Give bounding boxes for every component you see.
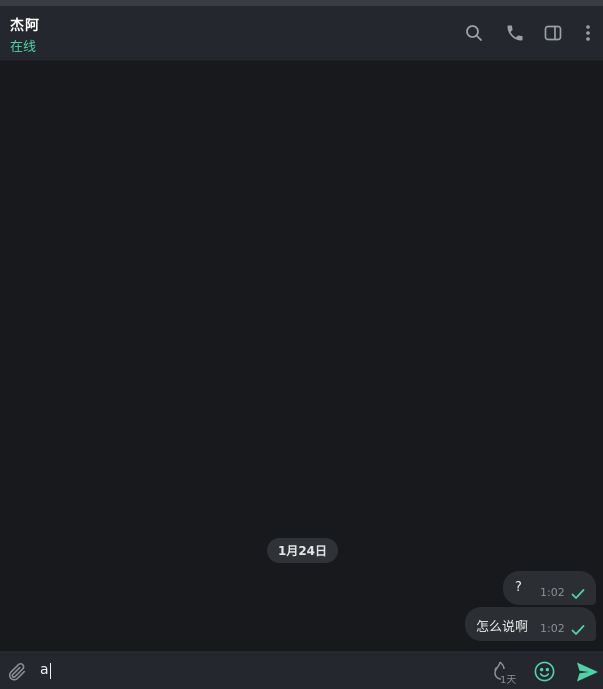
message-time: 1:02 bbox=[540, 622, 565, 635]
sidebar-toggle-icon[interactable] bbox=[542, 22, 564, 44]
date-separator: 1月24日 bbox=[267, 538, 338, 563]
more-vertical-icon[interactable] bbox=[577, 22, 599, 44]
timer-label: 1天 bbox=[500, 675, 517, 686]
message-composer: 1天 bbox=[0, 651, 603, 689]
message-text: ? bbox=[515, 580, 522, 595]
message-time: 1:02 bbox=[540, 586, 565, 599]
self-destruct-timer-icon[interactable]: 1天 bbox=[488, 659, 518, 687]
message-list[interactable]: 1月24日 ? 1:02 怎么说啊 1:02 bbox=[0, 62, 603, 651]
search-icon[interactable] bbox=[463, 22, 485, 44]
send-icon[interactable] bbox=[575, 661, 599, 687]
message-input[interactable] bbox=[40, 657, 460, 683]
check-icon bbox=[571, 621, 585, 640]
message-bubble[interactable]: 怎么说啊 1:02 bbox=[465, 607, 596, 641]
phone-icon[interactable] bbox=[504, 22, 526, 44]
contact-status: 在线 bbox=[10, 40, 37, 55]
text-caret bbox=[50, 663, 51, 679]
chat-header: 杰阿 在线 bbox=[0, 6, 603, 61]
contact-name[interactable]: 杰阿 bbox=[10, 15, 40, 35]
message-text: 怎么说啊 bbox=[476, 620, 529, 635]
emoji-icon[interactable] bbox=[533, 660, 556, 687]
check-icon bbox=[571, 585, 585, 604]
paperclip-icon[interactable] bbox=[6, 661, 28, 687]
message-bubble[interactable]: ? 1:02 bbox=[503, 571, 596, 605]
